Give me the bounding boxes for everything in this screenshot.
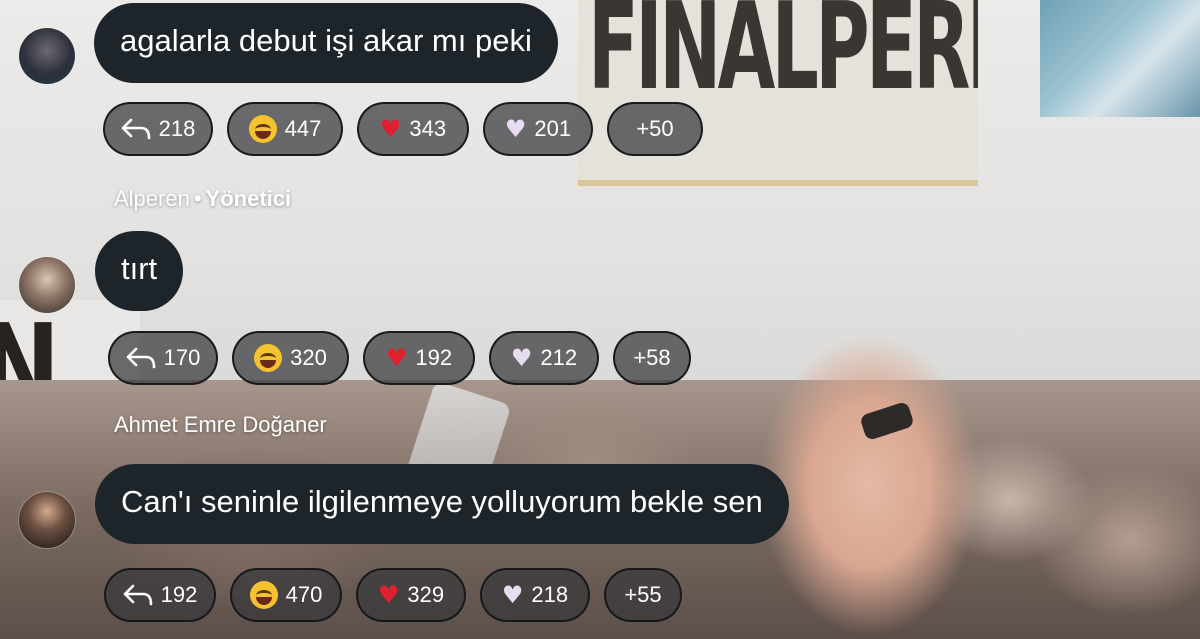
reaction-count: 320: [290, 345, 327, 370]
avatar[interactable]: [18, 491, 76, 549]
reaction-count: 212: [540, 345, 578, 370]
avatar[interactable]: [18, 27, 76, 85]
background-hand: [750, 325, 990, 639]
background-poster: FINALPEREN: [578, 0, 978, 186]
reaction-count: 343: [409, 116, 447, 141]
laughing-emoji-icon: [249, 581, 278, 609]
reaction-heart-button[interactable]: ♥ 329: [356, 568, 466, 622]
sender-role-badge: Yönetici: [205, 186, 292, 211]
reply-count: 192: [160, 582, 198, 607]
red-heart-icon: ♥: [377, 581, 400, 609]
white-heart-icon: ♥: [504, 115, 527, 143]
reaction-laugh-button[interactable]: 470: [230, 568, 342, 622]
reply-count: 170: [163, 345, 201, 370]
reaction-white-heart-button[interactable]: ♥ 212: [489, 331, 599, 385]
message-bubble[interactable]: Can'ı seninle ilgilenmeye yolluyorum bek…: [95, 464, 789, 544]
white-heart-icon: ♥: [501, 581, 524, 609]
reaction-bar: 192 470 ♥ 329 ♥ 218 +55: [104, 568, 682, 622]
more-reactions-count: +50: [636, 116, 674, 141]
laughing-emoji-icon: [248, 115, 277, 143]
reaction-count: 447: [284, 116, 322, 141]
user-avatar-icon: [19, 28, 75, 84]
reaction-count: 470: [285, 582, 323, 607]
reply-arrow-icon: [121, 118, 151, 140]
red-heart-icon: ♥: [385, 344, 408, 372]
white-heart-icon: ♥: [510, 344, 533, 372]
sender-name[interactable]: Ahmet Emre Doğaner: [114, 412, 327, 437]
reaction-white-heart-button[interactable]: ♥ 201: [483, 102, 593, 156]
reaction-count: 201: [534, 116, 572, 141]
sender-label: Alperen • Yönetici: [114, 186, 291, 212]
more-reactions-count: +58: [633, 345, 671, 370]
sender-label: Ahmet Emre Doğaner: [114, 412, 327, 438]
poster-text: FINALPEREN: [588, 0, 978, 117]
sender-separator: •: [193, 186, 202, 211]
reaction-bar: 170 320 ♥ 192 ♥ 212 +58: [108, 331, 691, 385]
reaction-heart-button[interactable]: ♥ 192: [363, 331, 475, 385]
reply-button[interactable]: 218: [103, 102, 213, 156]
user-avatar-icon: [19, 492, 75, 548]
reaction-count: 192: [415, 345, 453, 370]
reply-count: 218: [158, 116, 196, 141]
user-avatar-icon: [19, 257, 75, 313]
red-heart-icon: ♥: [379, 115, 402, 143]
more-reactions-button[interactable]: +50: [607, 102, 703, 156]
background-photo-print: [1040, 0, 1200, 117]
more-reactions-button[interactable]: +55: [604, 568, 682, 622]
reaction-laugh-button[interactable]: 447: [227, 102, 343, 156]
message-text: agalarla debut işi akar mı peki: [120, 23, 532, 58]
reply-arrow-icon: [126, 347, 156, 369]
reply-button[interactable]: 170: [108, 331, 218, 385]
message-text: tırt: [121, 251, 158, 286]
laughing-emoji-icon: [254, 344, 283, 372]
reaction-heart-button[interactable]: ♥ 343: [357, 102, 469, 156]
more-reactions-count: +55: [624, 582, 662, 607]
reaction-bar: 218 447 ♥ 343 ♥ 201 +50: [103, 102, 703, 156]
reply-arrow-icon: [123, 584, 153, 606]
avatar[interactable]: [18, 256, 76, 314]
reaction-laugh-button[interactable]: 320: [232, 331, 349, 385]
sender-name[interactable]: Alperen: [114, 186, 190, 211]
message-text: Can'ı seninle ilgilenmeye yolluyorum bek…: [121, 484, 763, 519]
reaction-count: 218: [531, 582, 569, 607]
message-bubble[interactable]: agalarla debut işi akar mı peki: [94, 3, 558, 83]
reaction-count: 329: [407, 582, 445, 607]
message-bubble[interactable]: tırt: [95, 231, 184, 311]
reply-button[interactable]: 192: [104, 568, 216, 622]
more-reactions-button[interactable]: +58: [613, 331, 691, 385]
reaction-white-heart-button[interactable]: ♥ 218: [480, 568, 590, 622]
